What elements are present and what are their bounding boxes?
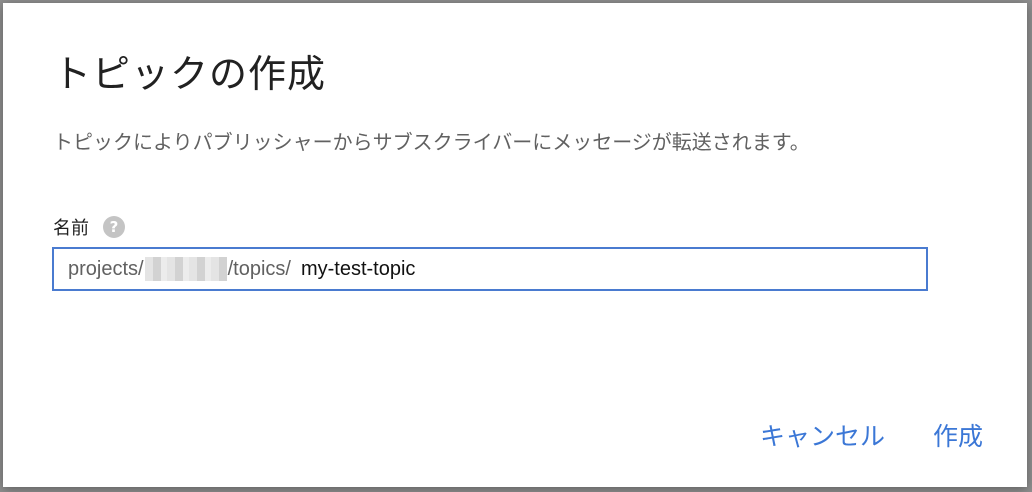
topic-name-field[interactable]: projects/ /topics/ <box>52 247 928 291</box>
dialog-actions: キャンセル 作成 <box>760 417 983 453</box>
name-field-label: 名前 <box>53 218 89 239</box>
redacted-project-id <box>144 257 227 281</box>
topic-path-prefix-end: /topics/ <box>227 257 291 280</box>
topic-name-input[interactable] <box>300 257 761 281</box>
create-topic-dialog: トピックの作成 トピックによりパブリッシャーからサブスクライバーにメッセージが転… <box>3 3 1027 487</box>
dialog-title: トピックの作成 <box>53 52 327 96</box>
question-circle-icon[interactable]: ? <box>103 216 125 238</box>
dialog-description: トピックによりパブリッシャーからサブスクライバーにメッセージが転送されます。 <box>53 130 810 154</box>
name-field-label-row: 名前 ? <box>53 213 125 241</box>
topic-path-prefix-start: projects/ <box>68 257 144 280</box>
cancel-button[interactable]: キャンセル <box>760 417 885 453</box>
create-button[interactable]: 作成 <box>933 417 983 453</box>
